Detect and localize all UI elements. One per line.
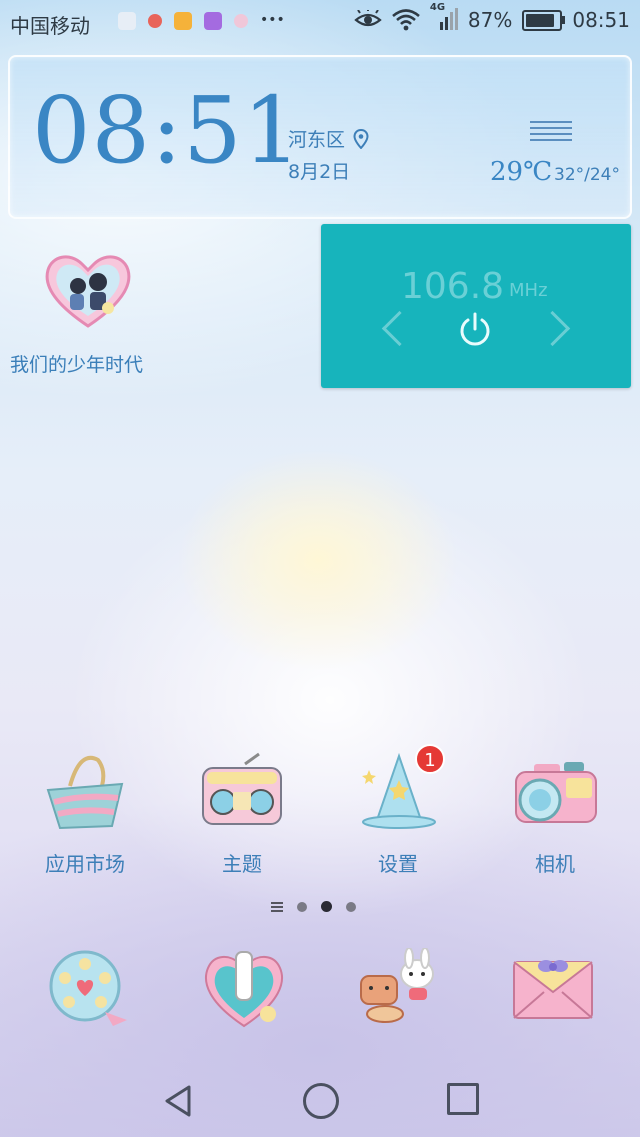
app-label: 相机 [535, 852, 575, 876]
radio-frequency-unit: MHz [509, 280, 548, 301]
clock-weather-widget[interactable]: 08:51 河东区 8月2日 29℃ 32°/24° [8, 55, 632, 219]
dock-messages[interactable] [355, 947, 445, 1028]
app-label: 设置 [378, 852, 418, 876]
heart-notification-icon [234, 14, 248, 28]
app-label: 主题 [222, 852, 262, 876]
status-bar: 中国移动 ••• 4G 87% 08:51 [0, 0, 640, 44]
browser-envelope-icon [513, 960, 593, 1019]
page-dot[interactable] [346, 901, 356, 912]
theme-radio-icon [202, 752, 282, 825]
battery-icon [522, 9, 566, 31]
status-time: 08:51 [572, 8, 630, 32]
previous-station-icon[interactable] [381, 310, 418, 347]
app-settings[interactable]: 1 设置 [333, 744, 463, 877]
clock-date: 8月2日 [288, 161, 351, 183]
notification-badge: 1 [415, 744, 445, 774]
next-station-icon[interactable] [534, 310, 571, 347]
recents-icon[interactable] [447, 1083, 479, 1115]
gallery-notification-icon [204, 12, 222, 30]
power-icon[interactable] [457, 312, 493, 348]
app-label: 应用市场 [45, 852, 125, 876]
page-dot[interactable] [297, 901, 307, 912]
battery-percent: 87% [467, 8, 513, 32]
page-menu-icon[interactable] [271, 901, 283, 912]
clock-time[interactable]: 08:51 [32, 85, 302, 177]
page-indicator[interactable] [271, 901, 356, 912]
app-label: 我们的少年时代 [10, 354, 144, 376]
phone-reel-icon [49, 950, 127, 1026]
contacts-heart-icon [204, 951, 284, 1028]
dock-browser[interactable] [510, 948, 600, 1028]
eye-comfort-icon [354, 10, 382, 27]
location-pin-icon [353, 128, 369, 149]
wifi-icon [392, 9, 420, 31]
shopping-notification-icon [174, 12, 192, 30]
weibo-notification-icon [148, 14, 162, 28]
carrier-name: 中国移动 [10, 14, 90, 38]
page-dot-active[interactable] [321, 901, 332, 912]
home-icon[interactable] [303, 1083, 339, 1119]
temperature-range: 32°/24° [554, 165, 620, 185]
app-market-basket-icon [46, 755, 124, 830]
app-camera[interactable]: 相机 [490, 750, 620, 877]
current-temperature: 29℃ [490, 157, 553, 187]
messages-bear-bunny-icon [360, 947, 434, 1023]
dock-contacts[interactable] [200, 948, 290, 1028]
back-icon[interactable] [163, 1084, 193, 1118]
fm-radio-widget[interactable]: 106.8 MHz [321, 224, 631, 388]
dock-phone[interactable] [45, 948, 135, 1028]
more-notifications-icon: ••• [260, 12, 285, 28]
camera-icon [515, 762, 597, 823]
haze-icon[interactable] [530, 117, 572, 145]
app-market[interactable]: 应用市场 [20, 750, 150, 877]
heart-avatar-icon [45, 255, 131, 328]
navigation-bar [0, 1070, 640, 1137]
location[interactable]: 河东区 [288, 125, 369, 152]
notification-icons: ••• [118, 12, 285, 30]
radio-frequency: 106.8 [401, 266, 505, 307]
location-name: 河东区 [288, 129, 346, 151]
signal-icon: 4G [430, 2, 458, 32]
notification-icon [118, 12, 136, 30]
app-theme[interactable]: 主题 [177, 750, 307, 877]
